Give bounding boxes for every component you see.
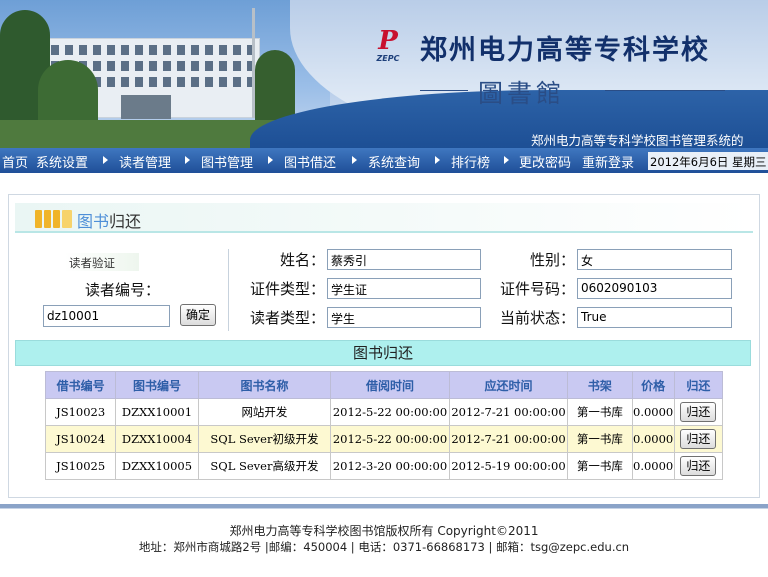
table-header-row: 借书编号 图书编号 图书名称 借阅时间 应还时间 书架 价格 归还 (44, 371, 724, 399)
book-name-cell: 网站开发 (197, 398, 332, 426)
library-name: 圖書館 (478, 79, 566, 108)
nav-arrow-icon (504, 156, 509, 164)
page-title-bar: 图书归还 (15, 203, 753, 233)
footer-contact: 地址：郑州市商城路2号 |邮编：450004 | 电话：0371-6686817… (138, 540, 630, 554)
book-id-cell: DZXX10004 (115, 425, 199, 453)
nav-home[interactable]: 首页 (2, 152, 28, 171)
nav-ranking[interactable]: 排行榜 (451, 152, 490, 171)
nav-borrow-return[interactable]: 图书借还 (284, 152, 336, 171)
borrow-time-cell: 2012-5-22 00:00:00 (330, 425, 450, 453)
nav-arrow-icon (352, 156, 357, 164)
column-header: 图书名称 (197, 371, 332, 399)
nav-reader-management[interactable]: 读者管理 (119, 152, 171, 171)
header-banner: P ZEPC 郑州电力高等专科学校 圖書館 郑州电力高等专科学校图书管理系统的 (0, 0, 768, 148)
return-cell: 归还 (673, 425, 724, 453)
reader-type-field: 学生 (327, 307, 481, 328)
shelf-cell: 第一书库 (567, 425, 633, 453)
status-label: 当前状态： (499, 309, 575, 327)
id-no-field: 0602090103 (577, 278, 732, 299)
section-title: 图书归还 (15, 340, 751, 366)
marquee-text: 郑州电力高等专科学校图书管理系统的 (531, 133, 744, 148)
book-id-cell: DZXX10001 (115, 398, 199, 426)
due-time-cell: 2012-5-19 00:00:00 (448, 452, 569, 480)
divider-line (605, 90, 725, 91)
return-button[interactable]: 归还 (680, 402, 717, 422)
table-row: JS10025 DZXX10005 SQL Sever高级开发 2012-3-2… (44, 452, 724, 480)
book-return-panel: 图书归还 读者验证 读者编号： 确定 姓名： 蔡秀引 性别： 女 证件类型： 学… (8, 194, 760, 498)
price-cell: 0.0000 (631, 452, 675, 480)
book-name-cell: SQL Sever高级开发 (197, 452, 332, 480)
book-id-cell: DZXX10005 (115, 452, 199, 480)
reader-type-label: 读者类型： (249, 309, 325, 327)
main-nav: 首页 系统设置 读者管理 图书管理 图书借还 系统查询 排行榜 更改密码 重新登… (0, 148, 768, 173)
reader-verify-label: 读者验证 (65, 253, 139, 271)
borrow-id-cell: JS10023 (44, 398, 117, 426)
return-cell: 归还 (673, 398, 724, 426)
nav-system-query[interactable]: 系统查询 (368, 152, 420, 171)
id-no-label: 证件号码： (499, 280, 575, 298)
gender-field: 女 (577, 249, 732, 270)
id-type-label: 证件类型： (249, 280, 325, 298)
price-cell: 0.0000 (631, 398, 675, 426)
table-row: JS10023 DZXX10001 网站开发 2012-5-22 00:00:0… (44, 398, 724, 426)
shelf-cell: 第一书库 (567, 452, 633, 480)
borrow-id-cell: JS10024 (44, 425, 117, 453)
borrow-time-cell: 2012-3-20 00:00:00 (330, 452, 450, 480)
reader-no-label: 读者编号： (85, 281, 161, 299)
school-logo: P ZEPC (376, 26, 400, 63)
price-cell: 0.0000 (631, 425, 675, 453)
nav-change-password[interactable]: 更改密码 (519, 152, 571, 171)
vertical-divider (228, 249, 229, 331)
books-icon (35, 210, 75, 228)
book-name-cell: SQL Sever初级开发 (197, 425, 332, 453)
divider-line (420, 90, 468, 91)
status-field: True (577, 307, 732, 328)
column-header: 图书编号 (115, 371, 199, 399)
footer-divider (0, 508, 768, 509)
nav-relogin[interactable]: 重新登录 (582, 152, 634, 171)
column-header: 借书编号 (44, 371, 117, 399)
nav-book-management[interactable]: 图书管理 (201, 152, 253, 171)
due-time-cell: 2012-7-21 00:00:00 (448, 425, 569, 453)
return-cell: 归还 (673, 452, 724, 480)
column-header: 应还时间 (448, 371, 569, 399)
name-field: 蔡秀引 (327, 249, 481, 270)
borrowed-books-table: 借书编号 图书编号 图书名称 借阅时间 应还时间 书架 价格 归还 JS1002… (44, 371, 724, 480)
return-button[interactable]: 归还 (680, 429, 717, 449)
column-header: 归还 (673, 371, 724, 399)
column-header: 借阅时间 (330, 371, 450, 399)
footer-copyright: 郑州电力高等专科学校图书馆版权所有 Copyright©2011 (229, 524, 539, 538)
nav-arrow-icon (185, 156, 190, 164)
table-row: JS10024 DZXX10004 SQL Sever初级开发 2012-5-2… (44, 425, 724, 453)
confirm-button[interactable]: 确定 (180, 304, 216, 326)
column-header: 价格 (631, 371, 675, 399)
reader-no-input[interactable] (43, 305, 170, 327)
nav-arrow-icon (103, 156, 108, 164)
return-button[interactable]: 归还 (680, 456, 717, 476)
borrow-id-cell: JS10025 (44, 452, 117, 480)
column-header: 书架 (567, 371, 633, 399)
gender-label: 性别： (529, 251, 575, 269)
id-type-field: 学生证 (327, 278, 481, 299)
page-title: 图书归还 (77, 212, 142, 231)
nav-system-settings[interactable]: 系统设置 (36, 152, 88, 171)
school-name: 郑州电力高等专科学校 (420, 35, 710, 66)
due-time-cell: 2012-7-21 00:00:00 (448, 398, 569, 426)
current-date: 2012年6月6日 星期三 (648, 152, 768, 170)
name-label: 姓名： (279, 251, 325, 269)
borrow-time-cell: 2012-5-22 00:00:00 (330, 398, 450, 426)
shelf-cell: 第一书库 (567, 398, 633, 426)
nav-arrow-icon (435, 156, 440, 164)
nav-arrow-icon (268, 156, 273, 164)
